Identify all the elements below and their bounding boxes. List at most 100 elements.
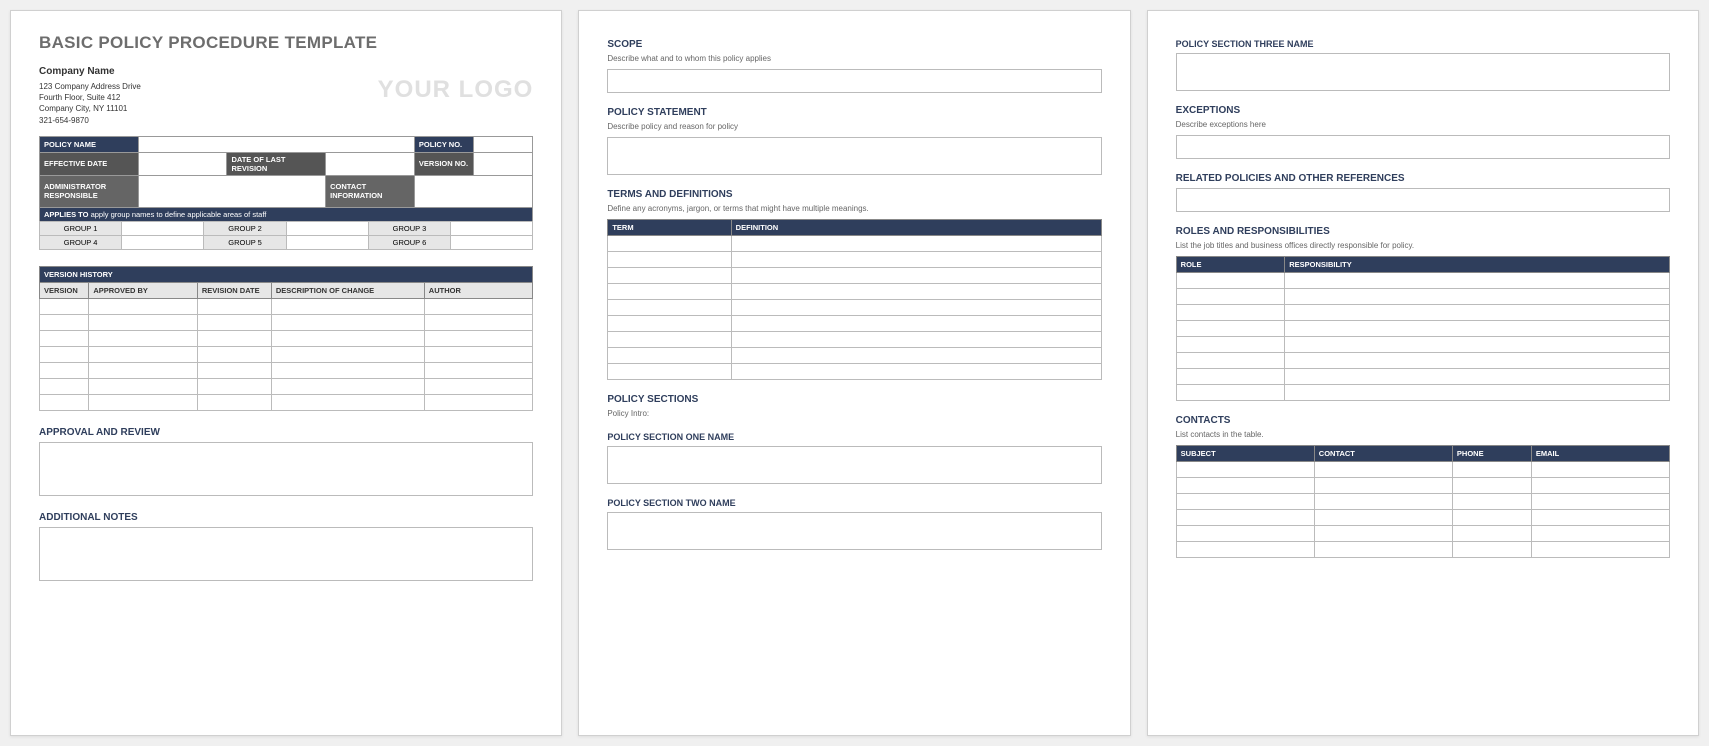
policy-section-one-heading: POLICY SECTION ONE NAME (607, 432, 1101, 442)
applies-to-label: APPLIES TO (44, 210, 88, 219)
table-row[interactable] (1176, 337, 1669, 353)
admin-responsible-label: ADMINISTRATOR RESPONSIBLE (40, 175, 139, 207)
table-row[interactable] (1176, 462, 1669, 478)
table-row[interactable] (608, 252, 1101, 268)
table-row[interactable] (40, 314, 533, 330)
policy-section-two-heading: POLICY SECTION TWO NAME (607, 498, 1101, 508)
additional-notes-heading: ADDITIONAL NOTES (39, 512, 533, 523)
table-row[interactable] (608, 364, 1101, 380)
policy-name-input[interactable] (138, 136, 414, 152)
terms-heading: TERMS AND DEFINITIONS (607, 189, 1101, 200)
table-row[interactable] (40, 378, 533, 394)
table-row[interactable] (1176, 526, 1669, 542)
date-last-revision-label: DATE OF LAST REVISION (227, 152, 326, 175)
table-row[interactable] (40, 362, 533, 378)
table-row[interactable] (40, 346, 533, 362)
group-label: GROUP 5 (204, 235, 286, 249)
table-row[interactable] (40, 298, 533, 314)
date-last-revision-input[interactable] (326, 152, 415, 175)
version-history-table: VERSION HISTORY VERSION APPROVED BY REVI… (39, 266, 533, 411)
group-label: GROUP 3 (368, 221, 450, 235)
table-row[interactable] (40, 330, 533, 346)
group-label: GROUP 4 (40, 235, 122, 249)
additional-notes-input[interactable] (39, 527, 533, 581)
roles-table: ROLE RESPONSIBILITY (1176, 256, 1670, 401)
effective-date-input[interactable] (138, 152, 227, 175)
policy-statement-hint: Describe policy and reason for policy (607, 122, 1101, 131)
exceptions-input[interactable] (1176, 135, 1670, 159)
table-row[interactable] (1176, 289, 1669, 305)
roles-hint: List the job titles and business offices… (1176, 241, 1670, 250)
col-approved-by: APPROVED BY (89, 282, 198, 298)
table-row[interactable] (1176, 353, 1669, 369)
terms-hint: Define any acronyms, jargon, or terms th… (607, 204, 1101, 213)
approval-review-input[interactable] (39, 442, 533, 496)
effective-date-label: EFFECTIVE DATE (40, 152, 139, 175)
company-phone: 321-654-9870 (39, 115, 533, 126)
col-responsibility: RESPONSIBILITY (1285, 257, 1670, 273)
table-row[interactable] (1176, 305, 1669, 321)
policy-statement-heading: POLICY STATEMENT (607, 107, 1101, 118)
table-row[interactable] (1176, 478, 1669, 494)
version-no-label: VERSION NO. (414, 152, 473, 175)
template-page-2: SCOPE Describe what and to whom this pol… (578, 10, 1130, 736)
applies-to-bar: APPLIES TO apply group names to define a… (39, 208, 533, 221)
table-row[interactable] (608, 316, 1101, 332)
policy-section-one-input[interactable] (607, 446, 1101, 484)
col-phone: PHONE (1452, 446, 1531, 462)
table-row[interactable] (608, 348, 1101, 364)
table-row[interactable] (1176, 385, 1669, 401)
contact-info-input[interactable] (414, 175, 532, 207)
scope-hint: Describe what and to whom this policy ap… (607, 54, 1101, 63)
contacts-table: SUBJECT CONTACT PHONE EMAIL (1176, 445, 1670, 558)
contacts-hint: List contacts in the table. (1176, 430, 1670, 439)
col-revision-date: REVISION DATE (197, 282, 271, 298)
template-page-1: BASIC POLICY PROCEDURE TEMPLATE YOUR LOG… (10, 10, 562, 736)
scope-input[interactable] (607, 69, 1101, 93)
group-input[interactable] (451, 221, 533, 235)
admin-responsible-input[interactable] (138, 175, 325, 207)
group-input[interactable] (451, 235, 533, 249)
approval-review-heading: APPROVAL AND REVIEW (39, 427, 533, 438)
applies-to-groups: GROUP 1 GROUP 2 GROUP 3 GROUP 4 GROUP 5 … (39, 221, 533, 250)
table-row[interactable] (1176, 542, 1669, 558)
group-label: GROUP 2 (204, 221, 286, 235)
related-policies-input[interactable] (1176, 188, 1670, 212)
exceptions-heading: EXCEPTIONS (1176, 105, 1670, 116)
col-email: EMAIL (1531, 446, 1669, 462)
table-row[interactable] (1176, 494, 1669, 510)
policy-sections-heading: POLICY SECTIONS (607, 394, 1101, 405)
table-row[interactable] (1176, 369, 1669, 385)
table-row[interactable] (608, 300, 1101, 316)
version-history-heading: VERSION HISTORY (40, 266, 533, 282)
table-row[interactable] (1176, 273, 1669, 289)
group-input[interactable] (122, 235, 204, 249)
template-page-3: POLICY SECTION THREE NAME EXCEPTIONS Des… (1147, 10, 1699, 736)
table-row[interactable] (608, 284, 1101, 300)
logo-placeholder: YOUR LOGO (378, 76, 534, 104)
version-no-input[interactable] (474, 152, 533, 175)
table-row[interactable] (40, 394, 533, 410)
scope-heading: SCOPE (607, 39, 1101, 50)
applies-to-hint: apply group names to define applicable a… (91, 210, 267, 219)
contact-info-label: CONTACT INFORMATION (326, 175, 415, 207)
group-input[interactable] (286, 235, 368, 249)
roles-heading: ROLES AND RESPONSIBILITIES (1176, 226, 1670, 237)
group-input[interactable] (286, 221, 368, 235)
table-row[interactable] (1176, 321, 1669, 337)
policy-intro-label: Policy Intro: (607, 409, 1101, 418)
col-description: DESCRIPTION OF CHANGE (271, 282, 424, 298)
table-row[interactable] (1176, 510, 1669, 526)
policy-meta-table: POLICY NAME POLICY NO. EFFECTIVE DATE DA… (39, 136, 533, 208)
policy-section-two-input[interactable] (607, 512, 1101, 550)
col-version: VERSION (40, 282, 89, 298)
table-row[interactable] (608, 332, 1101, 348)
group-input[interactable] (122, 221, 204, 235)
table-row[interactable] (608, 268, 1101, 284)
policy-statement-input[interactable] (607, 137, 1101, 175)
policy-section-three-input[interactable] (1176, 53, 1670, 91)
policy-no-input[interactable] (474, 136, 533, 152)
table-row[interactable] (608, 236, 1101, 252)
terms-table: TERM DEFINITION (607, 219, 1101, 380)
policy-no-label: POLICY NO. (414, 136, 473, 152)
